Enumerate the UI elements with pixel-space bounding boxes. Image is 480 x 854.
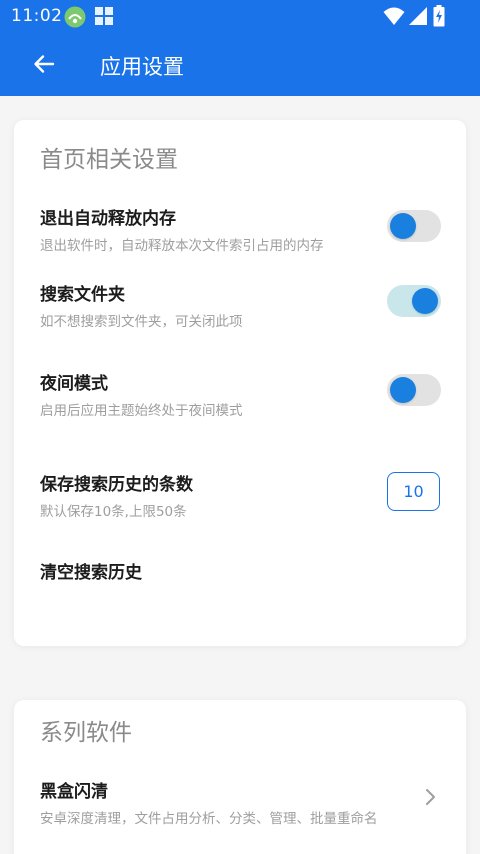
back-button[interactable] xyxy=(26,46,62,82)
night-mode-toggle[interactable] xyxy=(387,374,441,406)
series-item-label: 黑盒闪清 xyxy=(40,782,108,802)
arrow-back-icon xyxy=(34,55,55,73)
setting-desc: 如不想搜索到文件夹，可关闭此项 xyxy=(40,314,243,330)
wifi-icon xyxy=(383,7,405,25)
signal-icon xyxy=(409,7,427,25)
page-title: 应用设置 xyxy=(100,55,184,79)
setting-label: 夜间模式 xyxy=(40,374,108,394)
status-time: 11:02 xyxy=(11,6,63,26)
home-settings-card: 首页相关设置 退出自动释放内存 退出软件时，自动释放本次文件索引占用的内存 搜索… xyxy=(14,120,466,646)
setting-label: 退出自动释放内存 xyxy=(40,209,176,229)
setting-desc: 默认保存10条,上限50条 xyxy=(40,504,187,520)
app-notification-icon xyxy=(64,6,86,28)
battery-charging-icon xyxy=(433,5,445,27)
setting-desc: 启用后应用主题始终处于夜间模式 xyxy=(40,403,243,419)
toggle-knob xyxy=(390,213,416,239)
clear-search-history-button[interactable]: 清空搜索历史 xyxy=(14,558,466,588)
setting-label: 清空搜索历史 xyxy=(40,563,142,583)
grid-notification-icon xyxy=(95,7,113,25)
search-folders-toggle[interactable] xyxy=(387,285,441,317)
screen: 11:02 应用设置 首页相关设置 退出自动释放内存 退出软件时，自动释放本次文… xyxy=(0,0,480,854)
history-count-input[interactable]: 10 xyxy=(387,472,440,511)
chevron-right-icon xyxy=(426,789,435,805)
section-title: 首页相关设置 xyxy=(40,147,178,173)
setting-label: 搜索文件夹 xyxy=(40,285,125,305)
toggle-knob xyxy=(390,377,416,403)
series-item-heihe[interactable]: 黑盒闪清 安卓深度清理，文件占用分析、分类、管理、批量重命名 xyxy=(14,777,466,829)
app-bar: 应用设置 xyxy=(0,32,480,96)
setting-label: 保存搜索历史的条数 xyxy=(40,475,193,495)
toggle-knob xyxy=(412,288,438,314)
series-item-desc: 安卓深度清理，文件占用分析、分类、管理、批量重命名 xyxy=(40,811,378,827)
release-memory-toggle[interactable] xyxy=(387,210,441,242)
section-title: 系列软件 xyxy=(40,720,132,746)
status-bar: 11:02 xyxy=(0,0,480,32)
series-software-card: 系列软件 黑盒闪清 安卓深度清理，文件占用分析、分类、管理、批量重命名 xyxy=(14,700,466,854)
setting-desc: 退出软件时，自动释放本次文件索引占用的内存 xyxy=(40,238,324,254)
